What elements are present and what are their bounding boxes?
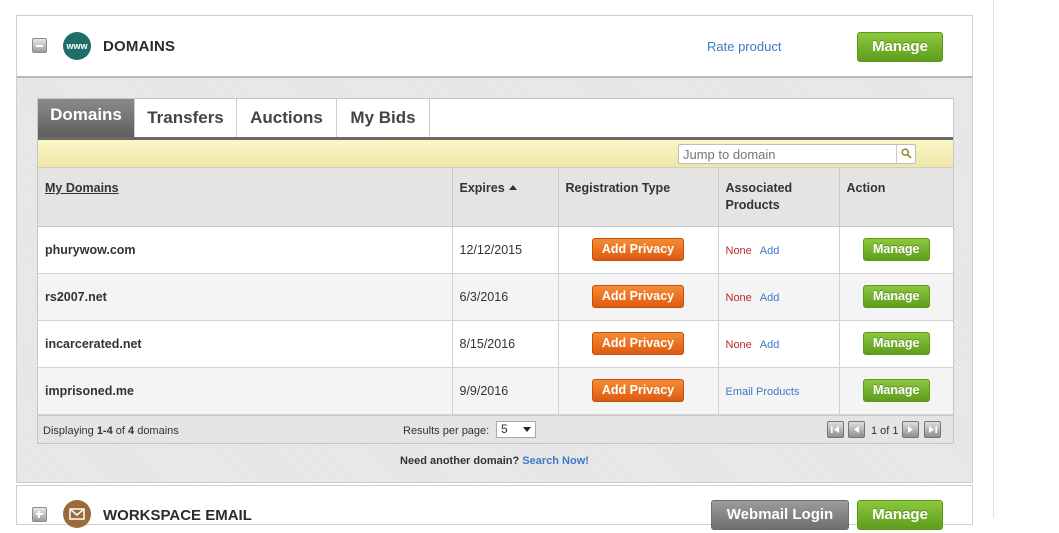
table-row: rs2007.net 6/3/2016 Add Privacy None Add … [38, 273, 953, 321]
add-privacy-button[interactable]: Add Privacy [592, 285, 684, 308]
column-header-expires[interactable]: Expires [452, 168, 559, 227]
associated-cell: None Add [718, 273, 840, 321]
expires-cell: 9/9/2016 [452, 367, 559, 415]
tab-auctions[interactable]: Auctions [237, 99, 337, 137]
manage-email-button[interactable]: Manage [857, 500, 943, 530]
add-privacy-button[interactable]: Add Privacy [592, 238, 684, 261]
registration-cell: Add Privacy [558, 320, 719, 368]
panel-title: DOMAINS [103, 38, 176, 55]
table-row: phurywow.com 12/12/2015 Add Privacy None… [38, 226, 953, 274]
www-globe-icon: www [63, 32, 91, 60]
chevron-right-icon [908, 426, 913, 433]
registration-cell: Add Privacy [558, 273, 719, 321]
manage-domain-button[interactable]: Manage [862, 379, 930, 402]
action-cell: Manage [839, 273, 953, 321]
jump-to-domain-input[interactable] [678, 144, 916, 164]
action-cell: Manage [839, 226, 953, 274]
table-row: imprisoned.me 9/9/2016 Add Privacy Email… [38, 367, 953, 415]
registration-cell: Add Privacy [558, 367, 719, 415]
chevron-down-icon [523, 427, 531, 432]
domains-panel-header: www DOMAINS Rate product Manage [17, 16, 972, 76]
webmail-login-button[interactable]: Webmail Login [711, 500, 849, 530]
previous-page-button[interactable] [848, 421, 865, 438]
table-footer: Displaying 1-4 of 4 domains Results per … [38, 415, 953, 443]
action-cell: Manage [839, 320, 953, 368]
table-header-row: My Domains Expires Registration Type Ass… [38, 168, 953, 227]
panel-title: WORKSPACE EMAIL [103, 507, 252, 524]
envelope-icon [63, 500, 91, 528]
column-header-registration-type: Registration Type [558, 168, 719, 227]
add-associated-link[interactable]: Add [760, 339, 780, 351]
sort-ascending-icon [508, 185, 517, 190]
domains-content-area: Domains Transfers Auctions My Bids Jump … [17, 76, 972, 482]
first-page-button[interactable] [827, 421, 844, 438]
manage-domain-button[interactable]: Manage [862, 332, 930, 355]
tab-bar: Domains Transfers Auctions My Bids [38, 99, 953, 140]
need-another-domain: Need another domain? Search Now! [400, 455, 589, 467]
next-page-button[interactable] [902, 421, 919, 438]
associated-cell: None Add [718, 226, 840, 274]
domain-name-cell[interactable]: incarcerated.net [38, 320, 453, 368]
tab-my-bids[interactable]: My Bids [337, 99, 430, 137]
email-products-link[interactable]: Email Products [726, 386, 800, 398]
results-per-page-label: Results per page: [403, 425, 490, 437]
column-header-action: Action [839, 168, 953, 227]
expires-cell: 12/12/2015 [452, 226, 559, 274]
associated-none-text: None [725, 291, 752, 304]
associated-none-text: None [725, 338, 752, 351]
expand-icon[interactable] [32, 507, 47, 522]
action-cell: Manage [839, 367, 953, 415]
domains-list-container: Domains Transfers Auctions My Bids Jump … [37, 98, 954, 444]
displaying-count-text: Displaying 1-4 of 4 domains [43, 425, 179, 437]
table-row: incarcerated.net 8/15/2016 Add Privacy N… [38, 320, 953, 368]
results-per-page-select[interactable]: 5 [496, 421, 536, 438]
search-bar [38, 140, 953, 168]
domain-name-cell[interactable]: phurywow.com [38, 226, 453, 274]
tab-domains[interactable]: Domains [38, 99, 135, 137]
expires-cell: 8/15/2016 [452, 320, 559, 368]
domain-name-cell[interactable]: rs2007.net [38, 273, 453, 321]
last-page-button[interactable] [924, 421, 941, 438]
first-page-icon [831, 426, 839, 433]
associated-cell: None Add [718, 320, 840, 368]
tab-transfers[interactable]: Transfers [135, 99, 237, 137]
expires-cell: 6/3/2016 [452, 273, 559, 321]
manage-domain-button[interactable]: Manage [862, 285, 930, 308]
domains-panel: www DOMAINS Rate product Manage Domains … [16, 15, 973, 483]
workspace-email-panel: WORKSPACE EMAIL Webmail Login Manage [16, 485, 973, 530]
registration-cell: Add Privacy [558, 226, 719, 274]
associated-cell: Email Products [718, 367, 840, 415]
chevron-left-icon [854, 426, 859, 433]
add-privacy-button[interactable]: Add Privacy [592, 379, 684, 402]
column-header-associated-products: Associated Products [718, 168, 840, 227]
search-icon [901, 148, 912, 159]
domains-table: My Domains Expires Registration Type Ass… [38, 168, 953, 415]
column-header-domains[interactable]: My Domains [38, 168, 453, 227]
page-divider [993, 0, 994, 518]
manage-domain-button[interactable]: Manage [862, 238, 930, 261]
domain-name-cell[interactable]: imprisoned.me [38, 367, 453, 415]
collapse-icon[interactable] [32, 38, 47, 53]
rate-product-link[interactable]: Rate product [707, 39, 781, 54]
last-page-icon [929, 426, 937, 433]
search-now-link[interactable]: Search Now! [522, 455, 589, 467]
associated-none-text: None [725, 244, 752, 257]
search-button[interactable] [896, 145, 916, 163]
add-privacy-button[interactable]: Add Privacy [592, 332, 684, 355]
add-associated-link[interactable]: Add [760, 245, 780, 257]
add-associated-link[interactable]: Add [760, 292, 780, 304]
page-indicator: 1 of 1 [871, 425, 899, 437]
manage-domains-button[interactable]: Manage [857, 32, 943, 62]
